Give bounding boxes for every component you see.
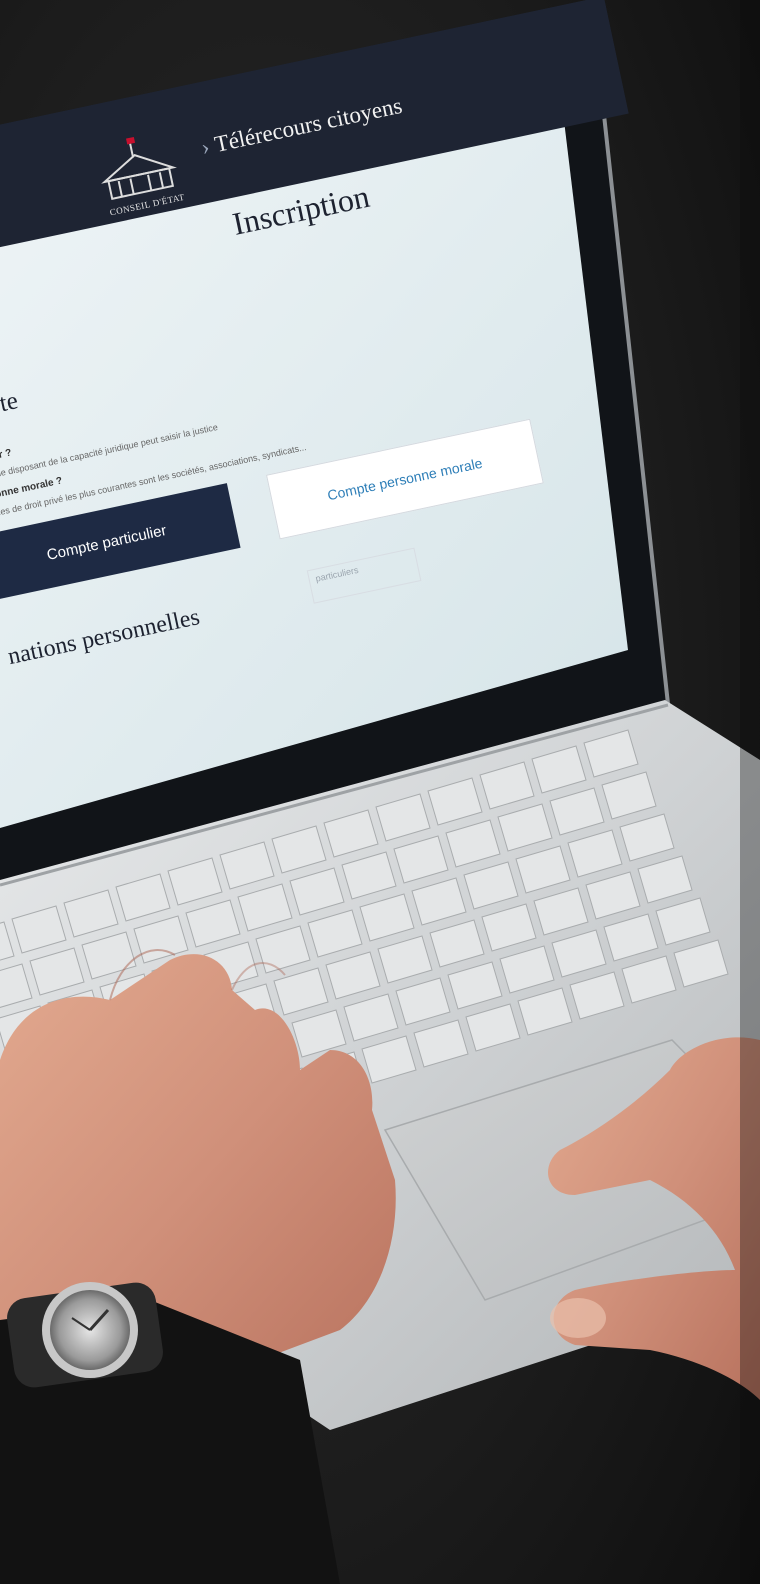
compte-personne-morale-button[interactable]: Compte personne morale <box>265 418 544 540</box>
section-title: ompte <box>0 387 21 427</box>
particuliers-field[interactable]: particuliers <box>306 547 422 604</box>
chevron-right-icon: › <box>198 133 212 160</box>
site-title-text: Télérecours citoyens <box>212 92 405 157</box>
informations-personnelles-title: nations personnelles <box>5 604 203 671</box>
right-shadow <box>740 0 760 1584</box>
site-title[interactable]: ›Télérecours citoyens <box>199 93 405 161</box>
